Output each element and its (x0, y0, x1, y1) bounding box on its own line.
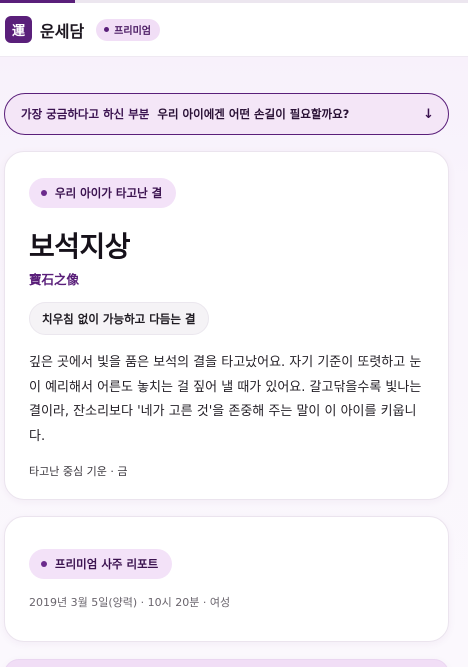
app-header: 運 운세담 프리미엄 (0, 3, 468, 57)
innate-nature-chip: 우리 아이가 타고난 결 (29, 178, 177, 208)
premium-report-chip: 프리미엄 사주 리포트 (29, 549, 173, 579)
nature-hanja: 寶石之像 (29, 272, 80, 287)
question-text: 우리 아이에겐 어떤 손길이 필요할까요? (157, 107, 350, 121)
nature-description: 깊은 곳에서 빛을 품은 보석의 결을 타고났어요. 자기 기준이 또렷하고 눈… (29, 355, 422, 444)
report-birth-info: 2019년 3월 5일(양력) · 10시 20분 · 여성 (29, 596, 231, 609)
nature-footer: 타고난 중심 기운 · 금 (29, 465, 128, 478)
app-logo[interactable]: 運 (5, 16, 32, 43)
question-label: 가장 궁금하다고 하신 부분 (21, 107, 150, 121)
premium-badge: 프리미엄 (96, 18, 160, 41)
next-card-peek (4, 659, 449, 667)
premium-report-chip-label: 프리미엄 사주 리포트 (55, 557, 159, 571)
badge-dot-icon (104, 27, 110, 32)
premium-report-card[interactable]: 프리미엄 사주 리포트 2019년 3월 5일(양력) · 10시 20분 · … (4, 516, 449, 642)
innate-nature-card: 우리 아이가 타고난 결 보석지상 寶石之像 치우침 없이 가능하고 다듬는 결… (4, 151, 449, 500)
app-name[interactable]: 운세담 (40, 18, 84, 42)
chip-dot-icon (41, 561, 47, 567)
nature-tag: 치우침 없이 가능하고 다듬는 결 (29, 302, 209, 335)
chip-dot-icon (41, 190, 47, 196)
logo-char: 運 (11, 24, 25, 39)
arrow-down-icon[interactable]: ↓ (423, 107, 434, 122)
question-bar[interactable]: 가장 궁금하다고 하신 부분 우리 아이에겐 어떤 손길이 필요할까요? ↓ (4, 93, 449, 135)
innate-nature-chip-label: 우리 아이가 타고난 결 (55, 186, 163, 200)
nature-title: 보석지상 (29, 230, 131, 263)
premium-badge-label: 프리미엄 (114, 26, 151, 37)
